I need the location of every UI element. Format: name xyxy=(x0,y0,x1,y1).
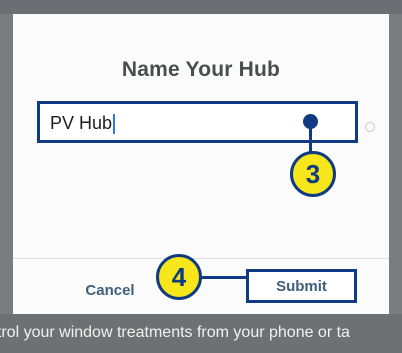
dialog-title: Name Your Hub xyxy=(121,58,281,81)
background-caption-strip: ntrol your window treatments from your p… xyxy=(0,314,402,353)
step-4-badge: 4 xyxy=(156,254,202,300)
callout-4-connector xyxy=(200,276,248,279)
dialog-button-divider xyxy=(13,258,389,259)
step-3-badge: 3 xyxy=(290,151,336,197)
clear-field-icon[interactable] xyxy=(365,122,375,132)
callout-3-anchor-dot xyxy=(303,114,318,129)
text-cursor xyxy=(113,114,116,135)
background-left-shade xyxy=(0,14,13,330)
background-caption: ntrol your window treatments from your p… xyxy=(0,324,350,341)
background-right-shade xyxy=(389,14,402,330)
background-top-bar xyxy=(0,0,402,14)
submit-button[interactable]: Submit xyxy=(246,269,357,303)
hub-name-value: PV Hub xyxy=(50,113,116,135)
cancel-button[interactable]: Cancel xyxy=(72,282,148,304)
